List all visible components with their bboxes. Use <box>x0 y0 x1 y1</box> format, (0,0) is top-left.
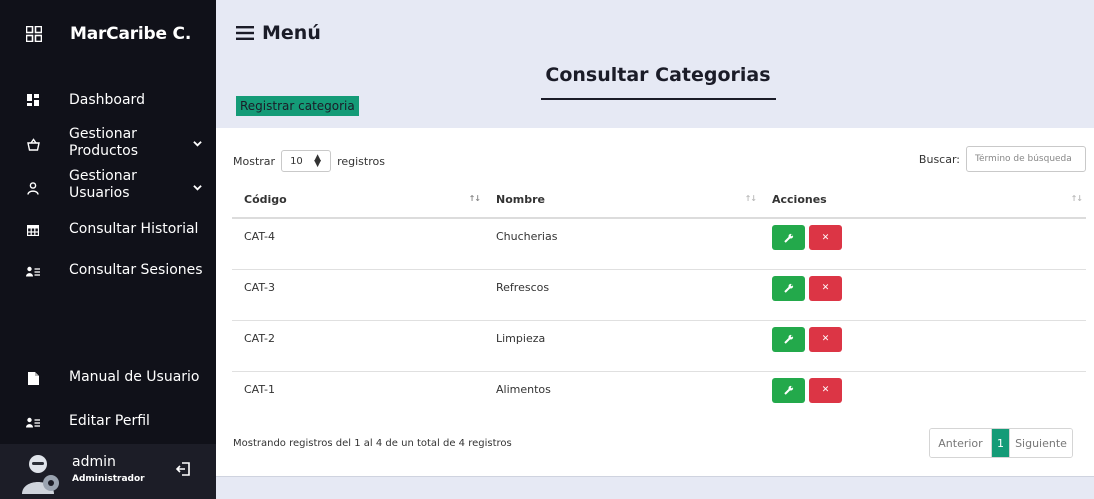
column-header-label: Código <box>244 192 287 206</box>
sort-icon: ↑↓ <box>468 194 481 203</box>
table-row: CAT-1 Alimentos ✕ <box>232 371 1086 422</box>
logout-icon[interactable] <box>175 461 191 477</box>
menu-label: Menú <box>262 22 321 44</box>
table-icon <box>26 223 40 237</box>
sidebar-item-consultar-sesiones[interactable]: Consultar Sesiones <box>0 252 216 292</box>
dashboard-icon <box>26 93 40 107</box>
user-list-icon <box>26 264 40 278</box>
categories-card: Mostrar 10 ▲▼ registros Buscar: Código ↑↓… <box>216 128 1094 476</box>
user-icon <box>26 181 40 195</box>
chevron-down-icon <box>193 185 202 191</box>
next-page-button[interactable]: Siguiente <box>1009 429 1072 457</box>
hamburger-icon <box>236 26 254 40</box>
table-row: CAT-3 Refrescos ✕ <box>232 269 1086 321</box>
page-length-select[interactable]: 10 ▲ ▼ <box>281 150 332 172</box>
cell-actions: ✕ <box>760 269 1086 321</box>
table-header-row: Código ↑↓ Nombre ↑↓ Acciones ↑↓ <box>232 181 1086 219</box>
delete-button[interactable]: ✕ <box>809 377 842 403</box>
categories-table: Código ↑↓ Nombre ↑↓ Acciones ↑↓ CAT-4 Chuch… <box>232 181 1086 422</box>
records-label: registros <box>337 154 385 168</box>
sidebar-item-label: Gestionar Usuarios <box>69 168 137 201</box>
document-icon <box>26 371 40 385</box>
cell-code: CAT-1 <box>244 382 276 396</box>
edit-button[interactable] <box>772 377 805 403</box>
cell-name: Alimentos <box>496 382 551 396</box>
column-header-name[interactable]: Nombre ↑↓ <box>484 181 760 219</box>
sort-icon: ↑↓ <box>744 194 757 203</box>
delete-button[interactable]: ✕ <box>809 225 842 250</box>
table-row: CAT-2 Limpieza ✕ <box>232 320 1086 372</box>
table-row: CAT-4 Chucherias ✕ <box>232 218 1086 270</box>
cell-actions: ✕ <box>760 371 1086 422</box>
cell-code: CAT-3 <box>232 269 484 321</box>
sidebar-item-manual-de-usuario[interactable]: Manual de Usuario <box>0 359 216 399</box>
column-header-label: Nombre <box>496 192 545 206</box>
page-title: Consultar Categorias <box>545 64 771 86</box>
user-name: admin <box>72 454 116 470</box>
cell-name: Limpieza <box>484 320 760 372</box>
cell-code: CAT-4 <box>232 218 484 270</box>
edit-button[interactable] <box>772 275 805 301</box>
chevron-down-icon <box>193 141 202 147</box>
cell-actions: ✕ <box>760 218 1086 270</box>
sidebar-item-label: Manual de Usuario <box>69 369 200 385</box>
search-label: Buscar: <box>918 152 960 166</box>
show-label: Mostrar <box>233 154 276 168</box>
wrench-icon <box>772 327 805 352</box>
user-role: Administrador <box>72 474 145 484</box>
close-icon: ✕ <box>821 334 830 344</box>
sidebar-item-editar-perfil[interactable]: Editar Perfil <box>0 403 216 443</box>
cell-name: Chucherias <box>484 218 760 270</box>
brand: MarCaribe C. <box>0 0 216 70</box>
title-underline <box>541 98 776 100</box>
page-length-value: 10 <box>290 155 303 167</box>
search-input[interactable] <box>966 146 1086 172</box>
sidebar-item-label: Editar Perfil <box>69 413 150 429</box>
sidebar-item-label: Gestionar Productos <box>69 126 139 159</box>
column-header-label: Acciones <box>772 192 827 206</box>
cell-code: CAT-2 <box>232 320 484 372</box>
pagination: Anterior 1 Siguiente <box>929 428 1073 458</box>
sidebar-item-dashboard[interactable]: Dashboard <box>0 82 216 122</box>
close-icon: ✕ <box>821 283 830 293</box>
sidebar-item-label: Dashboard <box>69 92 145 108</box>
wrench-icon <box>772 276 805 301</box>
edit-button[interactable] <box>772 326 805 352</box>
user-panel: admin Administrador <box>0 444 216 499</box>
basket-icon <box>26 137 40 151</box>
avatar <box>22 455 59 494</box>
cell-name: Refrescos <box>484 269 760 321</box>
page-button-current[interactable]: 1 <box>992 429 1009 457</box>
select-arrows-icon: ▲ ▼ <box>314 153 322 169</box>
brand-title: MarCaribe C. <box>70 24 192 44</box>
sidebar-item-gestionar-productos[interactable]: Gestionar Productos <box>0 124 216 164</box>
register-category-button[interactable]: Registrar categoria <box>236 96 359 116</box>
sort-icon: ↑↓ <box>1070 194 1083 203</box>
delete-button[interactable]: ✕ <box>809 326 842 352</box>
close-icon: ✕ <box>821 232 830 243</box>
column-header-code[interactable]: Código ↑↓ <box>232 181 484 219</box>
wrench-icon <box>772 378 805 403</box>
table-info: Mostrando registros del 1 al 4 de un tot… <box>233 438 512 449</box>
sidebar-item-label: Consultar Sesiones <box>69 262 203 278</box>
sidebar-item-gestionar-usuarios[interactable]: Gestionar Usuarios <box>0 168 216 208</box>
sidebar: MarCaribe C. Dashboard Gestionar Product… <box>0 0 216 499</box>
menu-toggle-button[interactable]: Menú <box>236 20 321 46</box>
cell-actions: ✕ <box>760 320 1086 372</box>
page-length-control: Mostrar 10 ▲ ▼ registros <box>233 150 385 172</box>
sidebar-item-label: Consultar Historial <box>69 221 199 237</box>
wrench-icon <box>772 225 805 250</box>
delete-button[interactable]: ✕ <box>809 275 842 301</box>
sidebar-item-consultar-historial[interactable]: Consultar Historial <box>0 211 216 251</box>
column-header-actions[interactable]: Acciones ↑↓ <box>760 181 1086 219</box>
search-control: Buscar: <box>919 146 1086 172</box>
footer-band <box>216 476 1094 499</box>
prev-page-button[interactable]: Anterior <box>930 429 992 457</box>
edit-button[interactable] <box>772 225 805 250</box>
user-list-icon <box>26 415 40 429</box>
close-icon: ✕ <box>821 385 830 395</box>
grid-icon <box>26 26 42 42</box>
